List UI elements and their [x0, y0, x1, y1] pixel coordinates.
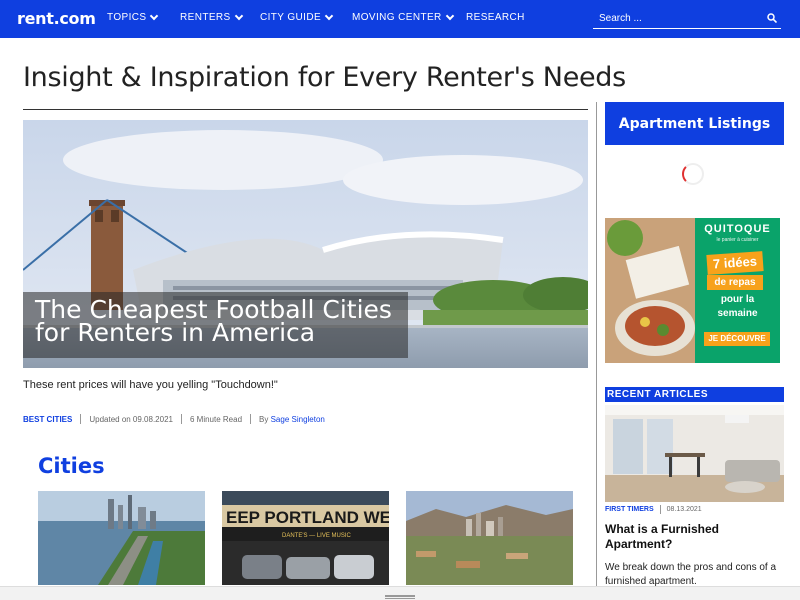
category-link[interactable]: BEST CITIES [23, 415, 72, 424]
hero-headline[interactable]: The Cheapest Football Cities for Renters… [23, 292, 408, 358]
bottom-drawer-bar[interactable] [0, 586, 800, 600]
updated-date: Updated on 09.08.2021 [89, 414, 173, 424]
nav-city-guide[interactable]: CITY GUIDE [260, 11, 334, 23]
hero-article[interactable]: The Cheapest Football Cities for Renters… [23, 120, 588, 368]
ad-brand: QUITOQUE [704, 223, 771, 235]
chevron-down-icon [234, 11, 243, 21]
title-divider [23, 109, 588, 110]
chevron-down-icon [445, 11, 454, 21]
nav-topics[interactable]: TOPICS [107, 11, 159, 23]
ad-panel: QUITOQUE le panier à cuisiner 7 idées de… [695, 218, 780, 363]
search-box [593, 9, 781, 29]
drag-handle-line [385, 598, 415, 599]
svg-text:EEP PORTLAND WEIR: EEP PORTLAND WEIR [226, 508, 389, 527]
author-link[interactable]: Sage Singleton [271, 415, 325, 424]
city-card-chicago[interactable] [38, 491, 205, 585]
furnished-apartment-image [605, 405, 784, 502]
search-input[interactable] [599, 9, 759, 27]
meta-divider [180, 414, 182, 424]
ad-cta-button[interactable]: JE DÉCOUVRE [704, 332, 770, 346]
svg-text:DANTE'S — LIVE MUSIC: DANTE'S — LIVE MUSIC [282, 533, 351, 539]
ad-badge-secondary: de repas [707, 275, 763, 290]
cities-heading: Cities [38, 454, 105, 478]
recent-category-link[interactable]: FIRST TIMERS [605, 506, 654, 513]
ad-badge: 7 idées [706, 251, 764, 275]
ad-tagline: le panier à cuisiner [716, 237, 759, 243]
byline-prefix: By [259, 414, 269, 424]
page-title: Insight & Inspiration for Every Renter's… [23, 62, 626, 93]
nav-moving-center[interactable]: MOVING CENTER [352, 11, 454, 23]
loading-spinner-icon [682, 163, 704, 185]
city-card-phoenix[interactable] [406, 491, 573, 585]
read-time: 6 Minute Read [189, 414, 243, 424]
top-nav-bar: rent.com TOPICS RENTERS CITY GUIDE MOVIN… [0, 0, 800, 38]
recent-article-title[interactable]: What is a Furnished Apartment? [605, 522, 775, 552]
nav-label: RESEARCH [466, 12, 525, 23]
nav-label: CITY GUIDE [260, 12, 322, 23]
drag-handle-icon[interactable] [385, 595, 415, 597]
portland-sign-image: EEP PORTLAND WEIR DANTE'S — LIVE MUSIC [222, 491, 389, 585]
apartment-listings-button[interactable]: Apartment Listings [605, 102, 784, 145]
hero-dek: These rent prices will have you yelling … [23, 379, 278, 391]
chevron-down-icon [150, 11, 159, 21]
meta-divider [80, 414, 82, 424]
sidebar-divider [596, 102, 597, 600]
recent-article-image-link[interactable] [605, 405, 784, 502]
chevron-down-icon [324, 11, 334, 21]
meta-divider [250, 414, 252, 424]
recent-articles-heading: RECENT ARTICLES [605, 387, 784, 402]
ad-line: pour la [720, 294, 755, 305]
nav-label: TOPICS [107, 12, 147, 23]
hero-meta: BEST CITIES Updated on 09.08.2021 6 Minu… [23, 414, 325, 424]
meta-divider [659, 505, 661, 514]
recent-article-meta: FIRST TIMERS 08.13.2021 [605, 505, 702, 514]
city-card-portland[interactable]: EEP PORTLAND WEIR DANTE'S — LIVE MUSIC [222, 491, 389, 585]
search-icon[interactable] [767, 13, 777, 23]
site-logo[interactable]: rent.com [17, 9, 96, 28]
chicago-lakefront-image [38, 491, 205, 585]
phoenix-skyline-image [406, 491, 573, 585]
nav-label: RENTERS [180, 12, 231, 23]
nav-renters[interactable]: RENTERS [180, 11, 243, 23]
ad-line: semaine [717, 308, 758, 319]
nav-research[interactable]: RESEARCH [466, 12, 525, 23]
recent-date: 08.13.2021 [666, 506, 702, 513]
recent-article-dek: We break down the pros and cons of a fur… [605, 562, 777, 587]
ad-food-image [605, 218, 695, 363]
quitoque-ad[interactable]: QUITOQUE le panier à cuisiner 7 idées de… [605, 218, 780, 363]
nav-label: MOVING CENTER [352, 12, 442, 23]
